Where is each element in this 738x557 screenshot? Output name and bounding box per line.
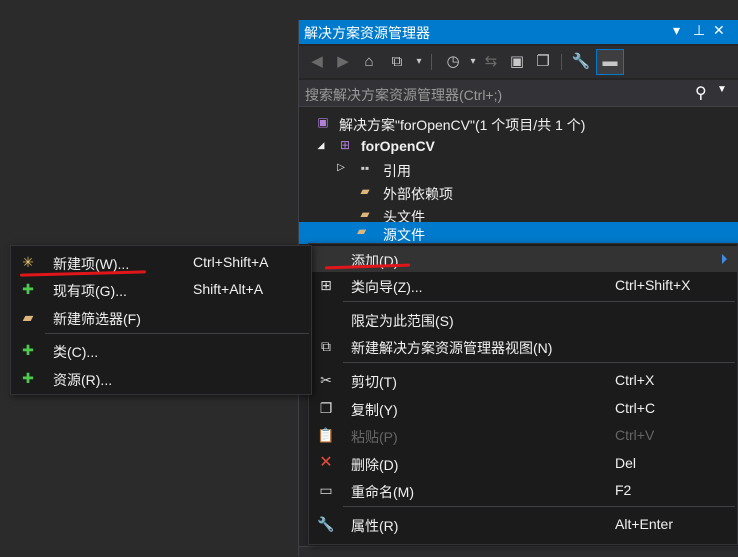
folder-icon: ▰ bbox=[360, 184, 370, 198]
menu-item-label: 资源(R)... bbox=[53, 372, 113, 388]
menu-item-shortcut: Ctrl+Shift+A bbox=[193, 254, 269, 270]
references-icon: ▪▪ bbox=[360, 161, 370, 175]
menu-separator bbox=[343, 362, 735, 363]
new-filter-icon: ▰ bbox=[22, 309, 34, 325]
collapse-arrow-icon[interactable]: ◢ bbox=[313, 137, 329, 153]
switch-view-dropdown-icon[interactable]: ▾ bbox=[409, 52, 429, 72]
menu-item-rename[interactable]: ▭ 重命名(M) F2 bbox=[309, 477, 737, 503]
pending-changes-filter-icon[interactable]: ◷ bbox=[443, 52, 463, 72]
menu-item-shortcut: Ctrl+X bbox=[615, 372, 655, 388]
menu-item-paste[interactable]: 📋 粘贴(P) Ctrl+V bbox=[309, 422, 737, 448]
menu-item-shortcut: Del bbox=[615, 455, 637, 471]
submenu-item-resource[interactable]: ✚ 资源(R)... bbox=[11, 365, 311, 391]
menu-item-shortcut: F2 bbox=[615, 482, 632, 498]
wrench-icon: 🔧 bbox=[317, 516, 335, 532]
cpp-project-icon: ⊞ bbox=[339, 138, 351, 152]
sync-icon[interactable]: ⇆ bbox=[481, 52, 501, 72]
menu-item-label: 删除(D) bbox=[351, 457, 399, 473]
menu-item-shortcut: Ctrl+V bbox=[615, 427, 655, 443]
folder-icon: ▰ bbox=[360, 207, 370, 221]
add-class-icon: ✚ bbox=[22, 342, 34, 358]
menu-item-add[interactable]: 添加(D) bbox=[309, 246, 737, 272]
existing-item-icon: ✚ bbox=[22, 281, 34, 297]
delete-icon: ✕ bbox=[319, 454, 333, 471]
filter-dropdown-icon[interactable]: ▾ bbox=[463, 52, 483, 72]
menu-item-label: 剪切(T) bbox=[351, 374, 397, 390]
tree-node-label: forOpenCV bbox=[361, 138, 435, 154]
menu-item-label: 重命名(M) bbox=[351, 484, 414, 500]
add-resource-icon: ✚ bbox=[22, 370, 34, 386]
menu-separator bbox=[343, 301, 735, 302]
search-icon[interactable]: ⚲ bbox=[695, 83, 707, 103]
add-submenu: ✳ 新建项(W)... Ctrl+Shift+A ✚ 现有项(G)... Shi… bbox=[10, 245, 312, 395]
submenu-item-new-item[interactable]: ✳ 新建项(W)... Ctrl+Shift+A bbox=[11, 249, 311, 275]
window-position-dropdown-icon[interactable]: ▾ bbox=[673, 22, 680, 39]
class-wizard-icon: ⊞ bbox=[320, 277, 332, 293]
menu-item-cut[interactable]: ✂ 剪切(T) Ctrl+X bbox=[309, 367, 737, 393]
folder-icon: ▰ bbox=[357, 224, 367, 238]
menu-item-properties[interactable]: 🔧 属性(R) Alt+Enter bbox=[309, 511, 737, 537]
pin-icon[interactable]: ⊥ bbox=[693, 22, 705, 39]
tree-node-label: 外部依赖项 bbox=[383, 186, 453, 202]
search-box[interactable]: 搜索解决方案资源管理器(Ctrl+;) ⚲ ▼ bbox=[299, 80, 738, 107]
show-all-files-icon[interactable]: ❐ bbox=[533, 52, 553, 72]
home-icon[interactable]: ⌂ bbox=[359, 52, 379, 72]
search-options-dropdown-icon[interactable]: ▼ bbox=[717, 84, 727, 95]
close-icon[interactable]: ✕ bbox=[713, 22, 725, 39]
context-menu: 添加(D) ⊞ 类向导(Z)... Ctrl+Shift+X 限定为此范围(S)… bbox=[308, 243, 738, 545]
menu-item-class-wizard[interactable]: ⊞ 类向导(Z)... Ctrl+Shift+X bbox=[309, 272, 737, 298]
menu-item-shortcut: Alt+Enter bbox=[615, 516, 673, 532]
switch-view-icon[interactable]: ⧉ bbox=[387, 52, 407, 72]
menu-item-shortcut: Shift+Alt+A bbox=[193, 281, 264, 297]
menu-item-copy[interactable]: ❐ 复制(Y) Ctrl+C bbox=[309, 395, 737, 421]
menu-separator bbox=[45, 333, 309, 334]
menu-item-label: 类(C)... bbox=[53, 344, 99, 360]
menu-item-label: 属性(R) bbox=[351, 518, 399, 534]
menu-item-shortcut: Ctrl+C bbox=[615, 400, 656, 416]
new-view-icon: ⧉ bbox=[321, 338, 331, 354]
menu-item-label: 限定为此范围(S) bbox=[351, 313, 454, 329]
properties-panel-tab[interactable] bbox=[299, 546, 738, 557]
menu-item-label: 粘贴(P) bbox=[351, 429, 398, 445]
copy-icon: ❐ bbox=[319, 400, 333, 416]
submenu-item-new-filter[interactable]: ▰ 新建筛选器(F) bbox=[11, 304, 311, 330]
expand-arrow-icon[interactable]: ▷ bbox=[333, 160, 349, 176]
tree-node-source-files[interactable]: ▰ 源文件 bbox=[299, 222, 738, 244]
new-item-icon: ✳ bbox=[22, 254, 34, 270]
forward-icon[interactable]: ▶ bbox=[333, 52, 353, 72]
scissors-icon: ✂ bbox=[320, 372, 332, 388]
menu-item-label: 新建解决方案资源管理器视图(N) bbox=[351, 340, 553, 356]
panel-title: 解决方案资源管理器 bbox=[304, 25, 430, 41]
menu-item-label: 现有项(G)... bbox=[53, 283, 127, 299]
rename-icon: ▭ bbox=[319, 482, 333, 498]
preview-selected-items-icon[interactable]: ▬ bbox=[596, 49, 624, 75]
toolbar-separator bbox=[561, 54, 562, 70]
menu-item-scope-to-this[interactable]: 限定为此范围(S) bbox=[309, 306, 737, 332]
solution-icon: ▣ bbox=[317, 115, 329, 129]
tree-node-label: 源文件 bbox=[383, 227, 425, 243]
search-placeholder: 搜索解决方案资源管理器(Ctrl+;) bbox=[305, 87, 503, 103]
menu-item-delete[interactable]: ✕ 删除(D) Del bbox=[309, 450, 737, 476]
menu-separator bbox=[343, 506, 735, 507]
toolbar-separator bbox=[431, 54, 432, 70]
tree-node-label: 解决方案"forOpenCV"(1 个项目/共 1 个) bbox=[339, 117, 586, 133]
panel-toolbar: ◀ ▶ ⌂ ⧉ ▾ ◷ ▾ ⇆ ▣ ❐ 🔧 ▬ bbox=[299, 46, 738, 78]
tree-node-label: 引用 bbox=[383, 163, 411, 179]
submenu-arrow-icon bbox=[722, 254, 727, 264]
submenu-item-class[interactable]: ✚ 类(C)... bbox=[11, 337, 311, 363]
collapse-all-icon[interactable]: ▣ bbox=[507, 52, 527, 72]
panel-titlebar: 解决方案资源管理器 ▾ ⊥ ✕ bbox=[299, 20, 738, 44]
menu-item-label: 复制(Y) bbox=[351, 402, 398, 418]
menu-item-label: 新建筛选器(F) bbox=[53, 311, 141, 327]
paste-icon: 📋 bbox=[317, 427, 335, 443]
submenu-item-existing-item[interactable]: ✚ 现有项(G)... Shift+Alt+A bbox=[11, 276, 311, 302]
back-icon[interactable]: ◀ bbox=[307, 52, 327, 72]
menu-item-label: 类向导(Z)... bbox=[351, 279, 423, 295]
properties-wrench-icon[interactable]: 🔧 bbox=[571, 52, 591, 72]
menu-item-shortcut: Ctrl+Shift+X bbox=[615, 277, 691, 293]
menu-item-new-explorer-view[interactable]: ⧉ 新建解决方案资源管理器视图(N) bbox=[309, 333, 737, 359]
